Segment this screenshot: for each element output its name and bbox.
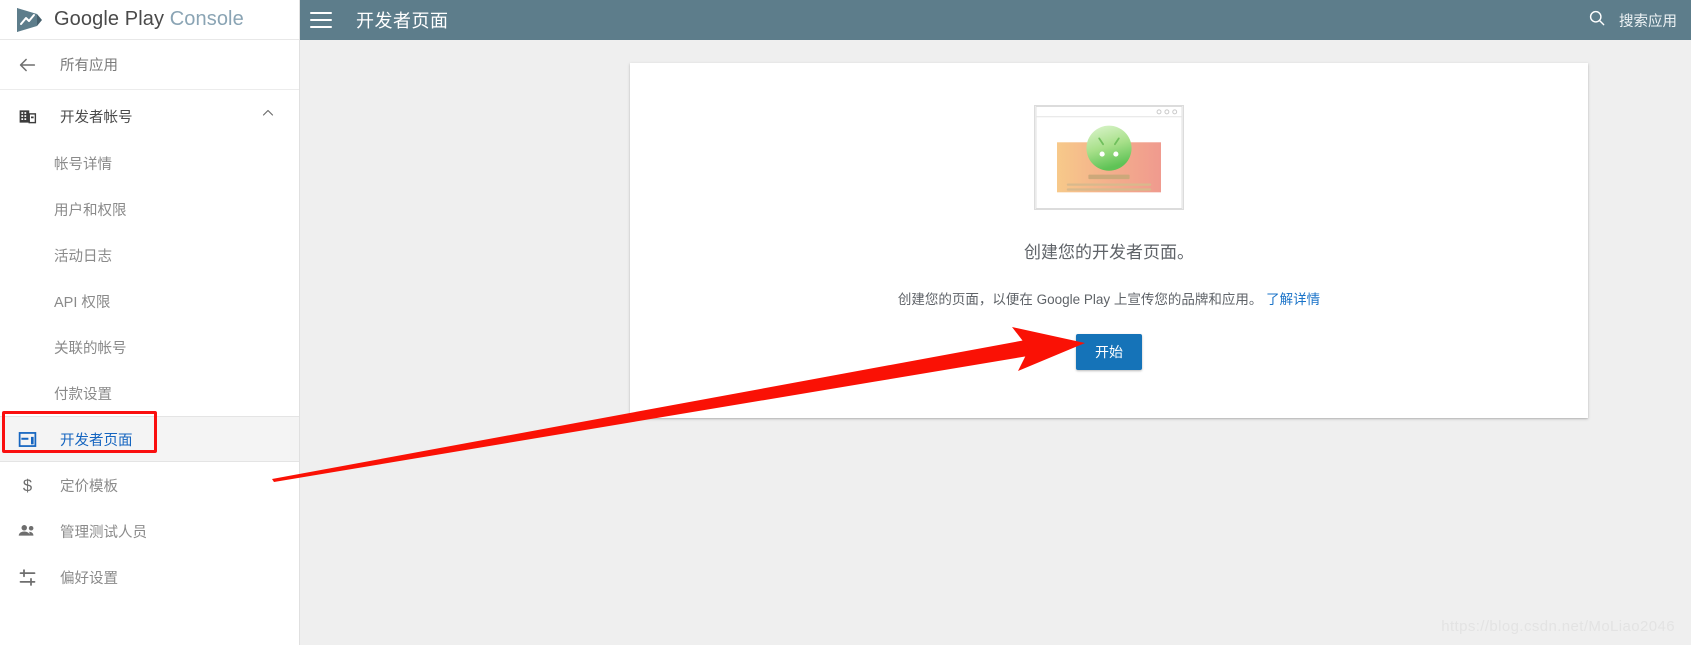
search-apps-button[interactable]: 搜索应用: [1587, 8, 1691, 33]
page-title: 开发者页面: [356, 11, 449, 31]
page-layout-icon: [14, 426, 40, 452]
main-content: 创建您的开发者页面。 创建您的页面，以便在 Google Play 上宣传您的品…: [300, 40, 1691, 645]
svg-text:$: $: [22, 475, 31, 494]
sidebar-subitem-activity-log[interactable]: 活动日志: [0, 232, 299, 278]
sidebar-subitem-payment-settings[interactable]: 付款设置: [0, 370, 299, 416]
play-chart-logo-icon: [12, 5, 46, 35]
sidebar-group-developer-account[interactable]: 开发者帐号: [0, 92, 299, 140]
sidebar-item-label: 开发者页面: [60, 432, 133, 449]
sidebar-item-manage-testers[interactable]: 管理测试人员: [0, 508, 299, 554]
sliders-icon: [14, 564, 40, 590]
sidebar-nav: 开发者帐号 帐号详情 用户和权限 活动日志 API 权限 关联的帐号 付款设置 …: [0, 90, 299, 600]
building-icon: [14, 103, 40, 129]
search-apps-label: 搜索应用: [1619, 13, 1677, 30]
card-subline-text: 创建您的页面，以便在 Google Play 上宣传您的品牌和应用。: [897, 292, 1263, 307]
sidebar-item-pricing-templates[interactable]: $ 定价模板: [0, 462, 299, 508]
developer-page-card: 创建您的开发者页面。 创建您的页面，以便在 Google Play 上宣传您的品…: [630, 63, 1588, 418]
sidebar-group-label: 开发者帐号: [60, 109, 133, 126]
arrow-left-icon: [14, 52, 40, 78]
start-button[interactable]: 开始: [1076, 334, 1142, 370]
brand-header[interactable]: Google Play Console: [0, 0, 299, 40]
card-subline: 创建您的页面，以便在 Google Play 上宣传您的品牌和应用。 了解详情: [898, 288, 1320, 308]
sidebar-item-label: 管理测试人员: [60, 524, 147, 541]
brand-title: Google Play Console: [54, 8, 244, 31]
sidebar-subitem-api-access[interactable]: API 权限: [0, 278, 299, 324]
sidebar-back-label: 所有应用: [60, 58, 118, 74]
sidebar-subitem-linked-accounts[interactable]: 关联的帐号: [0, 324, 299, 370]
card-headline: 创建您的开发者页面。: [1024, 243, 1194, 262]
brand-title-primary: Google Play: [54, 8, 165, 30]
people-icon: [14, 518, 40, 544]
sidebar-subitem-label: 付款设置: [54, 386, 112, 403]
topbar: 开发者页面 搜索应用: [300, 0, 1691, 40]
brand-title-secondary: Console: [169, 8, 244, 30]
dollar-icon: $: [14, 472, 40, 498]
sidebar-item-developer-page[interactable]: 开发者页面: [0, 416, 299, 462]
app-root: Google Play Console 所有应用 开发者帐号 帐号详情 用户和权…: [0, 0, 1691, 645]
sidebar-subitem-users-permissions[interactable]: 用户和权限: [0, 186, 299, 232]
sidebar-item-label: 定价模板: [60, 478, 118, 495]
watermark: https://blog.csdn.net/MoLiao2046: [1441, 618, 1675, 635]
sidebar-back-all-apps[interactable]: 所有应用: [0, 40, 299, 90]
learn-more-link[interactable]: 了解详情: [1266, 292, 1320, 307]
sidebar-subitem-label: 活动日志: [54, 248, 112, 265]
sidebar-subitem-label: 关联的帐号: [54, 340, 127, 357]
sidebar-subitem-label: 帐号详情: [54, 156, 112, 173]
hamburger-icon[interactable]: [310, 12, 332, 28]
sidebar-subitem-account-details[interactable]: 帐号详情: [0, 140, 299, 186]
sidebar-item-preferences[interactable]: 偏好设置: [0, 554, 299, 600]
search-icon: [1587, 8, 1607, 33]
sidebar-subitem-label: 用户和权限: [54, 202, 127, 219]
sidebar-item-label: 偏好设置: [60, 570, 118, 587]
android-browser-illustration-icon: [1034, 105, 1184, 210]
sidebar: Google Play Console 所有应用 开发者帐号 帐号详情 用户和权…: [0, 0, 300, 645]
sidebar-subitem-label: API 权限: [54, 294, 111, 311]
chevron-up-icon[interactable]: [259, 105, 277, 128]
